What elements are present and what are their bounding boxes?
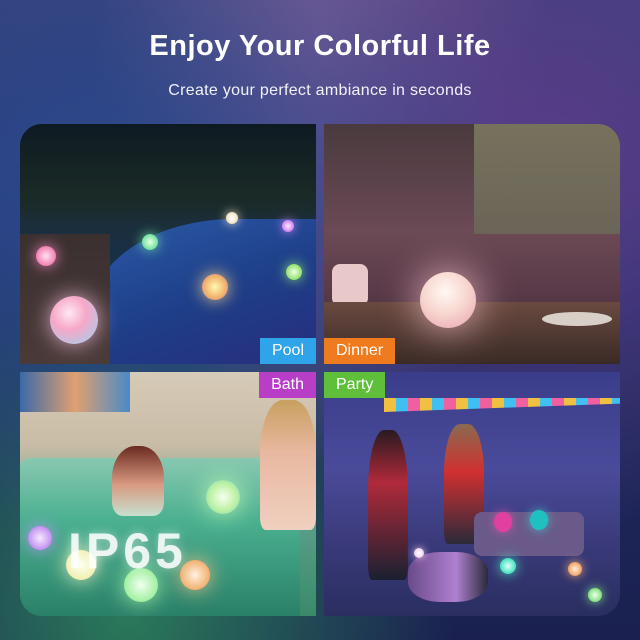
breakdancer [408,552,488,602]
ip65-badge: IP65 [68,523,187,579]
palm-trees [20,124,316,224]
pool-photo: Pool [20,124,316,364]
wall-art [20,372,130,412]
orb-light [500,558,516,574]
party-photo: Party [324,372,620,616]
child [112,446,164,516]
page-subtitle: Create your perfect ambiance in seconds [168,82,472,99]
bath-label: Bath [259,372,316,398]
pool-label: Pool [259,338,316,364]
orb-light [36,246,56,266]
dinner-photo: Dinner [324,124,620,364]
balloon [494,512,512,532]
orb-light [28,526,52,550]
vase [332,264,368,306]
orb-light [588,588,602,602]
balloon [530,510,548,530]
orb-light [50,296,98,344]
dinner-label: Dinner [324,338,396,364]
plate [542,312,612,326]
orb-light [568,562,582,576]
orb-light [226,212,238,224]
orb-light [202,274,228,300]
orb-light [286,264,302,280]
orb-light [414,548,424,558]
orb-light [206,480,240,514]
dancer [368,430,408,580]
orb-light [282,220,294,232]
window [474,124,620,234]
bath-photo: IP65 Bath [20,372,316,616]
sofa [474,512,584,556]
page-title: Enjoy Your Colorful Life [149,30,491,62]
bunting [384,398,620,412]
orb-light [142,234,158,250]
party-label: Party [324,372,386,398]
adult [260,400,316,530]
orb-light [420,272,476,328]
